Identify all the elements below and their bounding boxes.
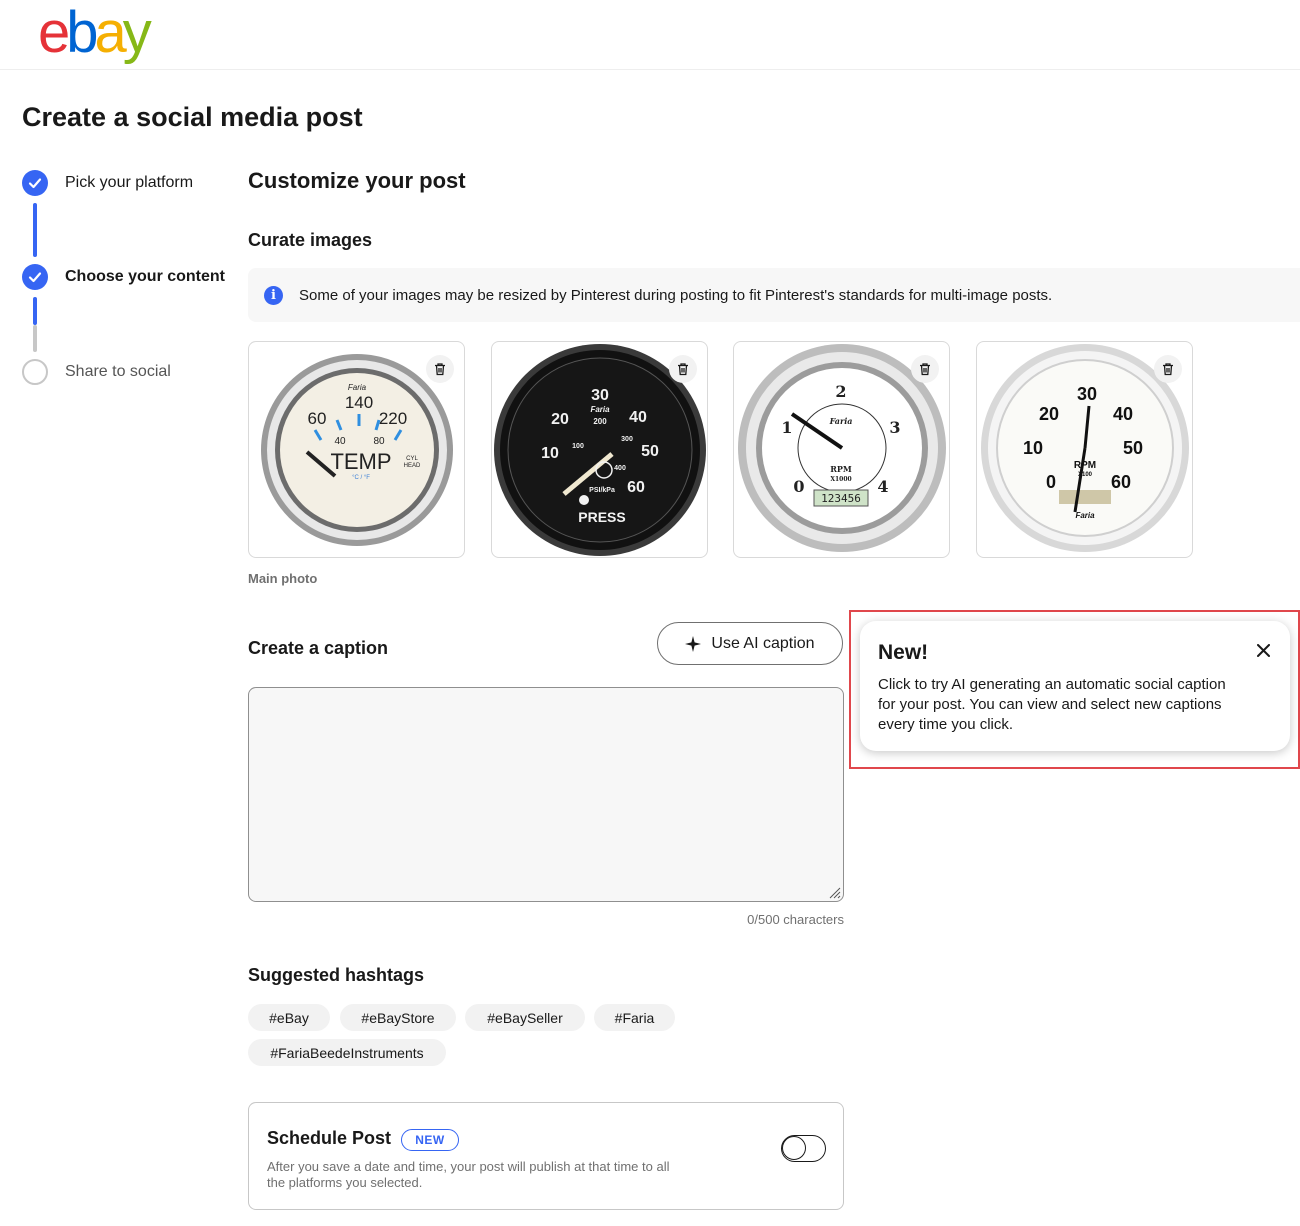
step-connector [33, 203, 37, 257]
svg-text:80: 80 [373, 436, 385, 447]
svg-text:200: 200 [593, 417, 607, 426]
svg-text:10: 10 [541, 445, 559, 462]
notice-text: Some of your images may be resized by Pi… [299, 286, 1053, 304]
svg-text:220: 220 [379, 409, 407, 428]
popover-text: Click to try AI generating an automatic … [878, 676, 1226, 733]
step-connector [33, 297, 37, 325]
toggle-knob [782, 1136, 806, 1160]
step-connector [33, 325, 37, 352]
svg-text:40: 40 [629, 409, 647, 426]
step-share-social[interactable]: Share to social [22, 359, 171, 385]
svg-text:30: 30 [1077, 384, 1097, 404]
section-heading: Customize your post [248, 168, 466, 193]
use-ai-caption-button[interactable]: Use AI caption [657, 622, 843, 665]
schedule-description: After you save a date and time, your pos… [267, 1159, 670, 1190]
close-icon[interactable] [1252, 639, 1274, 661]
svg-text:40: 40 [1113, 404, 1133, 424]
svg-text:RPM: RPM [1074, 460, 1096, 471]
images-heading: Curate images [248, 230, 373, 250]
svg-text:°C / °F: °C / °F [352, 475, 370, 481]
step-label: Pick your platform [65, 174, 194, 191]
svg-text:100: 100 [572, 443, 584, 450]
svg-text:1: 1 [781, 418, 792, 437]
svg-text:50: 50 [1123, 438, 1143, 458]
svg-text:TEMP: TEMP [330, 449, 391, 474]
svg-text:10: 10 [1023, 438, 1043, 458]
caption-textarea[interactable] [248, 687, 844, 902]
popover-title: New! [878, 641, 929, 664]
check-icon [22, 264, 48, 290]
image-thumbnail-temp-gauge[interactable]: Faria 140 60 220 40 80 TEMP CYL HEAD °C … [248, 341, 465, 558]
check-icon [22, 170, 48, 196]
svg-text:400: 400 [614, 465, 626, 472]
trash-icon[interactable] [1154, 355, 1182, 383]
step-label: Choose your content [65, 268, 226, 285]
schedule-post-card: Schedule Post NEW After you save a date … [248, 1102, 844, 1210]
svg-text:0: 0 [1046, 472, 1056, 492]
svg-text:X1000: X1000 [830, 476, 851, 483]
svg-text:PRESS: PRESS [578, 509, 625, 525]
svg-text:Faria: Faria [829, 416, 853, 426]
trash-icon[interactable] [669, 355, 697, 383]
svg-text:123456: 123456 [821, 492, 861, 505]
svg-text:60: 60 [627, 479, 645, 496]
hashtag-chip[interactable]: #eBay [248, 1004, 330, 1031]
ebay-logo[interactable]: ebay [38, 4, 152, 62]
svg-text:50: 50 [641, 443, 659, 460]
svg-text:0: 0 [793, 477, 804, 496]
svg-text:RPM: RPM [830, 464, 852, 474]
hashtag-chip[interactable]: #Faria [594, 1004, 675, 1031]
empty-circle-icon [22, 359, 48, 385]
svg-text:140: 140 [345, 393, 373, 412]
caption-heading: Create a caption [248, 638, 389, 658]
step-pick-platform[interactable]: Pick your platform [22, 170, 193, 196]
svg-text:2: 2 [835, 382, 846, 401]
svg-text:CYL: CYL [406, 456, 418, 462]
info-icon: i [264, 285, 283, 305]
svg-text:3: 3 [889, 418, 900, 437]
trash-icon[interactable] [426, 355, 454, 383]
schedule-title: Schedule Post [267, 1128, 392, 1148]
svg-text:30: 30 [591, 387, 609, 404]
image-thumbnail-speedometer[interactable]: 30 20 40 10 50 RPM X100 0 60 Faria [976, 341, 1193, 558]
svg-text:40: 40 [334, 436, 346, 447]
svg-text:20: 20 [551, 411, 569, 428]
hashtag-chip[interactable]: #eBayStore [340, 1004, 456, 1031]
schedule-toggle[interactable] [781, 1135, 826, 1162]
info-notice: i Some of your images may be resized by … [248, 268, 1300, 322]
svg-text:Faria: Faria [1075, 511, 1095, 520]
character-count: 0/500 characters [747, 912, 844, 927]
ai-caption-popover: New! Click to try AI generating an autom… [860, 621, 1290, 751]
trash-icon[interactable] [911, 355, 939, 383]
page-title: Create a social media post [22, 102, 363, 132]
svg-text:HEAD: HEAD [404, 463, 421, 469]
svg-text:Faria: Faria [590, 405, 610, 414]
ai-button-label: Use AI caption [711, 634, 815, 652]
svg-text:60: 60 [1111, 472, 1131, 492]
svg-text:4: 4 [877, 477, 888, 496]
new-badge: NEW [401, 1129, 459, 1151]
image-thumbnail-tachometer[interactable]: 2 Faria 1 3 RPM X1000 0 4 123456 [733, 341, 950, 558]
hashtag-chip[interactable]: #FariaBeedeInstruments [248, 1039, 446, 1066]
svg-text:PSI/kPa: PSI/kPa [589, 487, 615, 494]
sparkle-icon [685, 635, 702, 652]
step-label: Share to social [65, 363, 171, 380]
svg-text:Faria: Faria [348, 383, 367, 392]
top-bar: ebay [0, 0, 1300, 70]
hashtags-heading: Suggested hashtags [248, 965, 425, 985]
svg-text:20: 20 [1039, 404, 1059, 424]
main-photo-label: Main photo [248, 571, 318, 586]
svg-text:300: 300 [621, 436, 633, 443]
image-thumbnail-pressure-gauge[interactable]: 30 Faria 20 200 40 100 300 10 50 400 PSI… [491, 341, 708, 558]
hashtag-chip[interactable]: #eBaySeller [465, 1004, 585, 1031]
svg-text:60: 60 [308, 409, 327, 428]
resize-handle-icon[interactable] [827, 885, 841, 899]
step-choose-content[interactable]: Choose your content [22, 264, 225, 290]
